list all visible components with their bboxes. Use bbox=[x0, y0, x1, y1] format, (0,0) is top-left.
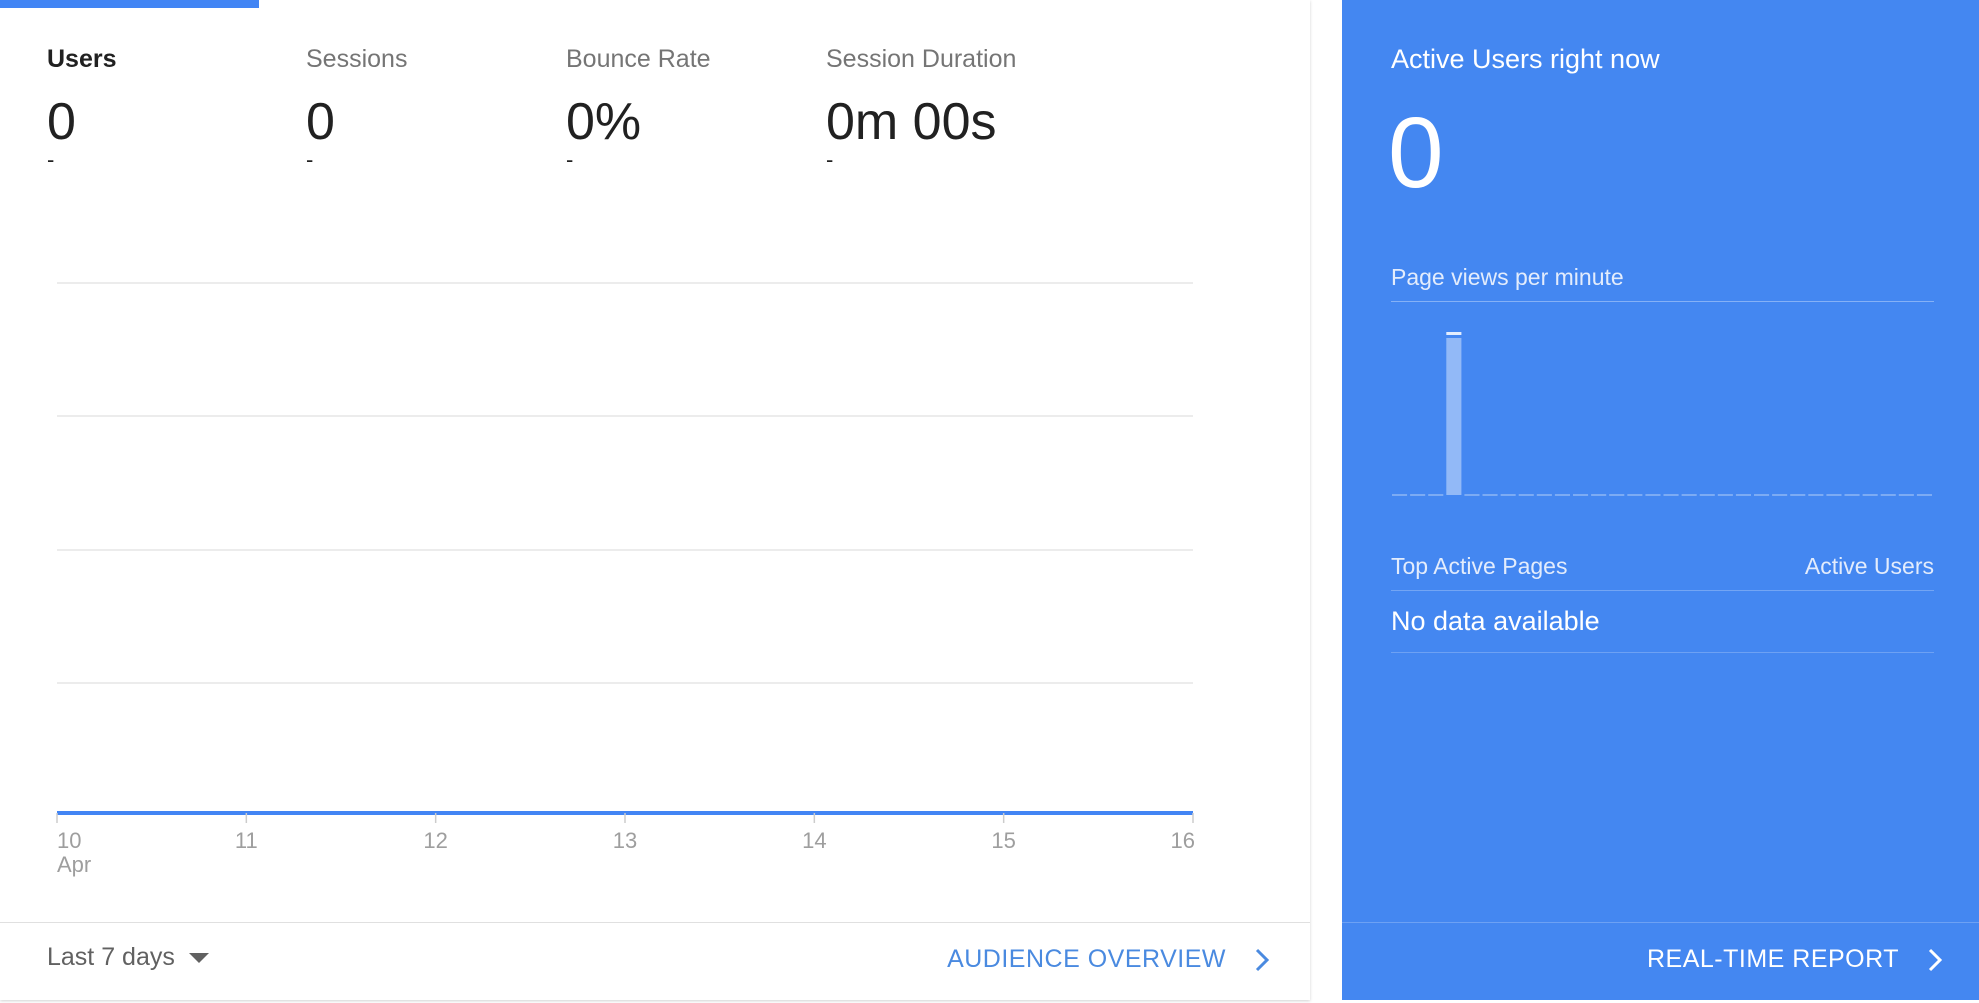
metric-change: - bbox=[826, 147, 834, 172]
x-tick-label: 16 bbox=[1171, 828, 1195, 853]
realtime-report-label: REAL-TIME REPORT bbox=[1646, 945, 1899, 973]
metric-tab-bounce-rate[interactable]: Bounce Rate 0% - bbox=[566, 42, 826, 172]
metric-tab-users[interactable]: Users 0 - bbox=[47, 42, 307, 172]
pageviews-per-minute-chart bbox=[1392, 332, 1932, 496]
metric-change: - bbox=[306, 147, 314, 172]
audience-card: Users 0 - Sessions 0 - Bounce Rate 0% - … bbox=[0, 0, 1310, 1000]
metric-value: 0% bbox=[566, 93, 642, 151]
active-metric-indicator bbox=[0, 0, 259, 8]
metric-label: Sessions bbox=[306, 45, 408, 73]
metric-value: 0m 00s bbox=[826, 93, 997, 151]
x-tick-label: 14 bbox=[802, 828, 826, 853]
date-range-dropdown[interactable]: Last 7 days bbox=[47, 943, 209, 972]
active-users-count: 0 bbox=[1388, 97, 1444, 209]
top-active-pages-label: Top Active Pages bbox=[1391, 553, 1568, 579]
metric-value: 0 bbox=[47, 93, 76, 151]
realtime-report-link[interactable]: REAL-TIME REPORT bbox=[1647, 945, 1943, 974]
pvm-bar bbox=[1446, 338, 1462, 495]
x-tick-label: 15 bbox=[991, 828, 1015, 853]
card-footer: Last 7 days AUDIENCE OVERVIEW bbox=[0, 922, 1310, 1001]
top-active-pages-header: Top Active Pages Active Users bbox=[1391, 550, 1934, 591]
audience-overview-label: AUDIENCE OVERVIEW bbox=[947, 945, 1226, 973]
metric-label: Users bbox=[47, 45, 117, 73]
pvm-bar-cap bbox=[1446, 332, 1462, 335]
x-tick-label: 11 bbox=[235, 828, 258, 853]
chevron-right-icon bbox=[1928, 948, 1943, 971]
realtime-card: Active Users right now 0 Page views per … bbox=[1342, 0, 1979, 1000]
x-tick-label: 13 bbox=[613, 828, 637, 853]
realtime-card-footer: REAL-TIME REPORT bbox=[1342, 922, 1979, 1001]
date-range-label: Last 7 days bbox=[47, 943, 175, 971]
no-data-message: No data available bbox=[1391, 598, 1934, 653]
metric-tab-sessions[interactable]: Sessions 0 - bbox=[306, 42, 566, 172]
x-month-label: Apr bbox=[57, 852, 91, 877]
divider bbox=[1391, 301, 1934, 302]
metric-change: - bbox=[47, 147, 55, 172]
chevron-right-icon bbox=[1255, 948, 1270, 971]
caret-down-icon bbox=[188, 952, 209, 963]
audience-overview-link[interactable]: AUDIENCE OVERVIEW bbox=[947, 945, 1270, 974]
x-tick-label: 10 bbox=[57, 828, 81, 853]
users-line-chart: 10 11 12 13 14 15 16 Apr bbox=[56, 282, 1195, 877]
analytics-dashboard: Users 0 - Sessions 0 - Bounce Rate 0% - … bbox=[0, 0, 1979, 1003]
x-tick-label: 12 bbox=[423, 828, 447, 853]
realtime-title: Active Users right now bbox=[1391, 44, 1660, 74]
metric-change: - bbox=[566, 147, 574, 172]
active-users-column-label: Active Users bbox=[1804, 553, 1934, 579]
metric-label: Session Duration bbox=[826, 45, 1017, 73]
metric-value: 0 bbox=[306, 93, 335, 151]
pageviews-per-minute-label: Page views per minute bbox=[1391, 264, 1624, 290]
metric-tab-session-duration[interactable]: Session Duration 0m 00s - bbox=[826, 42, 1086, 172]
metric-label: Bounce Rate bbox=[566, 45, 711, 73]
